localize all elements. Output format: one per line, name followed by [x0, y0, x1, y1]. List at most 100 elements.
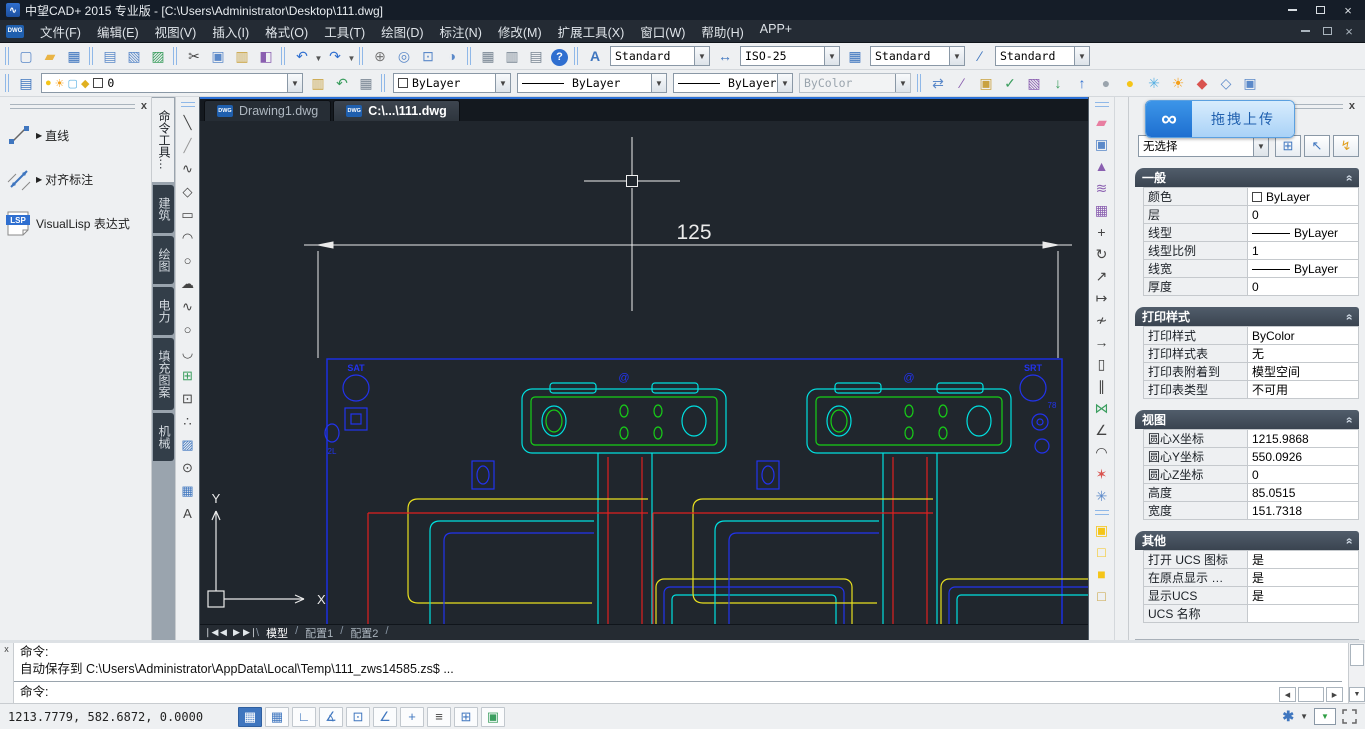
- collapse-chevron-icon[interactable]: »: [1342, 537, 1356, 544]
- layer-walk-button[interactable]: ▧: [1023, 72, 1045, 94]
- layout-next-button[interactable]: ▶: [230, 627, 243, 638]
- layer-off-button[interactable]: ●: [1095, 72, 1117, 94]
- linetype-select[interactable]: ByLayer▼: [517, 73, 667, 93]
- palette-item-line[interactable]: ▶直线: [0, 113, 151, 157]
- rectangle-button[interactable]: ▭: [178, 204, 198, 225]
- layer-thaw-button[interactable]: ☀: [1167, 72, 1189, 94]
- hatch-button[interactable]: ▨: [178, 434, 198, 455]
- menu-file[interactable]: 文件(F): [32, 20, 89, 43]
- menu-format[interactable]: 格式(O): [257, 20, 316, 43]
- purge-button[interactable]: ✳: [1091, 485, 1113, 507]
- layer-import-button[interactable]: ↓: [1047, 72, 1069, 94]
- mleader-style-icon[interactable]: ∕: [969, 45, 991, 67]
- move-button[interactable]: +: [1091, 221, 1113, 243]
- menu-express-tools[interactable]: 扩展工具(X): [550, 20, 633, 43]
- fillet-button[interactable]: ◠: [1091, 441, 1113, 463]
- toolbar-grip[interactable]: [5, 74, 9, 92]
- arc-button[interactable]: ◠: [178, 227, 198, 248]
- prop-value[interactable]: 无: [1248, 345, 1359, 363]
- table-style-icon[interactable]: ▦: [844, 45, 866, 67]
- layer-merge-button[interactable]: ▣: [1239, 72, 1261, 94]
- prop-value[interactable]: 1215.9868: [1248, 430, 1359, 448]
- prop-section-header-plot-style[interactable]: 打印样式»: [1135, 307, 1359, 326]
- revision-cloud-button[interactable]: ☁: [178, 273, 198, 294]
- layer-states-button[interactable]: ▦: [355, 72, 377, 94]
- layout-tab-layout2[interactable]: 配置2: [343, 625, 385, 641]
- bring-above-button[interactable]: ■: [1091, 563, 1113, 585]
- prop-value[interactable]: 是: [1248, 587, 1359, 605]
- polygon-button[interactable]: ◇: [178, 181, 198, 202]
- fullscreen-icon[interactable]: [1342, 709, 1357, 724]
- construction-line-button[interactable]: ╱: [178, 135, 198, 156]
- palette-tab-hatch-patterns[interactable]: 填充图案: [153, 338, 174, 410]
- help-button[interactable]: ?: [551, 49, 568, 66]
- snap-toggle[interactable]: ▦: [238, 707, 262, 727]
- layout-first-button[interactable]: ❘◀: [204, 627, 217, 638]
- prop-value[interactable]: 模型空间: [1248, 363, 1359, 381]
- menu-insert[interactable]: 插入(I): [204, 20, 257, 43]
- prop-value[interactable]: 85.0515: [1248, 484, 1359, 502]
- command-prompt[interactable]: 命令:: [20, 684, 1342, 701]
- menu-modify[interactable]: 修改(M): [490, 20, 550, 43]
- table-style-select[interactable]: Standard▼: [870, 46, 965, 66]
- layer-properties-button[interactable]: ▤: [15, 72, 37, 94]
- send-under-button[interactable]: □: [1091, 585, 1113, 607]
- color-select[interactable]: ByLayer▼: [393, 73, 511, 93]
- selection-filter-select[interactable]: 无选择▼: [1138, 135, 1269, 157]
- lineweight-toggle[interactable]: ≡: [427, 707, 451, 727]
- osnap-toggle[interactable]: ⊡: [346, 707, 370, 727]
- copy-object-button[interactable]: ▣: [1091, 133, 1113, 155]
- pickadd-toggle-button[interactable]: ↯: [1333, 135, 1359, 157]
- command-close-icon[interactable]: x: [4, 644, 9, 654]
- layout-tab-model[interactable]: 模型: [259, 625, 295, 641]
- scale-button[interactable]: ↗: [1091, 265, 1113, 287]
- prop-value[interactable]: 0: [1248, 466, 1359, 484]
- plot-preview-button[interactable]: ▧: [123, 45, 145, 67]
- make-block-button[interactable]: ⊡: [178, 388, 198, 409]
- toolbar-grip[interactable]: [181, 102, 195, 107]
- palette-close-icon[interactable]: x: [141, 100, 147, 112]
- erase-button[interactable]: ▰: [1091, 111, 1113, 133]
- menu-dimension[interactable]: 标注(N): [432, 20, 490, 43]
- ellipse-arc-button[interactable]: ◡: [178, 342, 198, 363]
- settings-caret-icon[interactable]: ▼: [1300, 712, 1308, 721]
- prop-value[interactable]: 0: [1248, 206, 1359, 224]
- palette-tab-command-tools[interactable]: 命令工具…: [152, 98, 174, 182]
- offset-button[interactable]: ≋: [1091, 177, 1113, 199]
- prop-value[interactable]: 不可用: [1248, 381, 1359, 399]
- settings-gear-icon[interactable]: ✱: [1282, 708, 1294, 725]
- minimize-button[interactable]: [1279, 2, 1305, 18]
- ellipse-button[interactable]: ○: [178, 319, 198, 340]
- spline-button[interactable]: ∿: [178, 296, 198, 317]
- mleader-style-select[interactable]: Standard▼: [995, 46, 1090, 66]
- layer-match-button[interactable]: ⇄: [927, 72, 949, 94]
- grid-toggle[interactable]: ▦: [265, 707, 289, 727]
- doc-tab-111-dwg[interactable]: DWGC:\...\111.dwg: [333, 100, 460, 121]
- mirror-button[interactable]: ▲: [1091, 155, 1113, 177]
- dwg-document-icon[interactable]: DWG: [6, 25, 24, 38]
- plot-button[interactable]: ▤: [99, 45, 121, 67]
- break-button[interactable]: ∥: [1091, 375, 1113, 397]
- layer-previous-button[interactable]: ↶: [331, 72, 353, 94]
- menu-tools[interactable]: 工具(T): [316, 20, 373, 43]
- explode-button[interactable]: ✶: [1091, 463, 1113, 485]
- designcenter-button[interactable]: ▦: [477, 45, 499, 67]
- collapse-chevron-icon[interactable]: »: [1342, 174, 1356, 181]
- layer-validate-button[interactable]: ✓: [999, 72, 1021, 94]
- array-button[interactable]: ▦: [1091, 199, 1113, 221]
- menu-window[interactable]: 窗口(W): [632, 20, 693, 43]
- rotate-button[interactable]: ↻: [1091, 243, 1113, 265]
- prop-value[interactable]: 0: [1248, 278, 1359, 296]
- dyn-toggle[interactable]: +: [400, 707, 424, 727]
- bring-to-front-button[interactable]: ▣: [1091, 519, 1113, 541]
- stretch-button[interactable]: ↦: [1091, 287, 1113, 309]
- ortho-toggle[interactable]: ∟: [292, 707, 316, 727]
- insert-block-button[interactable]: ⊞: [178, 365, 198, 386]
- menu-edit[interactable]: 编辑(E): [89, 20, 147, 43]
- quick-select-button[interactable]: ⊞: [1275, 135, 1301, 157]
- polar-toggle[interactable]: ∡: [319, 707, 343, 727]
- layer-edit-button[interactable]: ∕: [951, 72, 973, 94]
- menu-view[interactable]: 视图(V): [147, 20, 205, 43]
- region-button[interactable]: ⊙: [178, 457, 198, 478]
- layer-select[interactable]: ● ☀ ▢ ◆ 0▼: [41, 73, 303, 93]
